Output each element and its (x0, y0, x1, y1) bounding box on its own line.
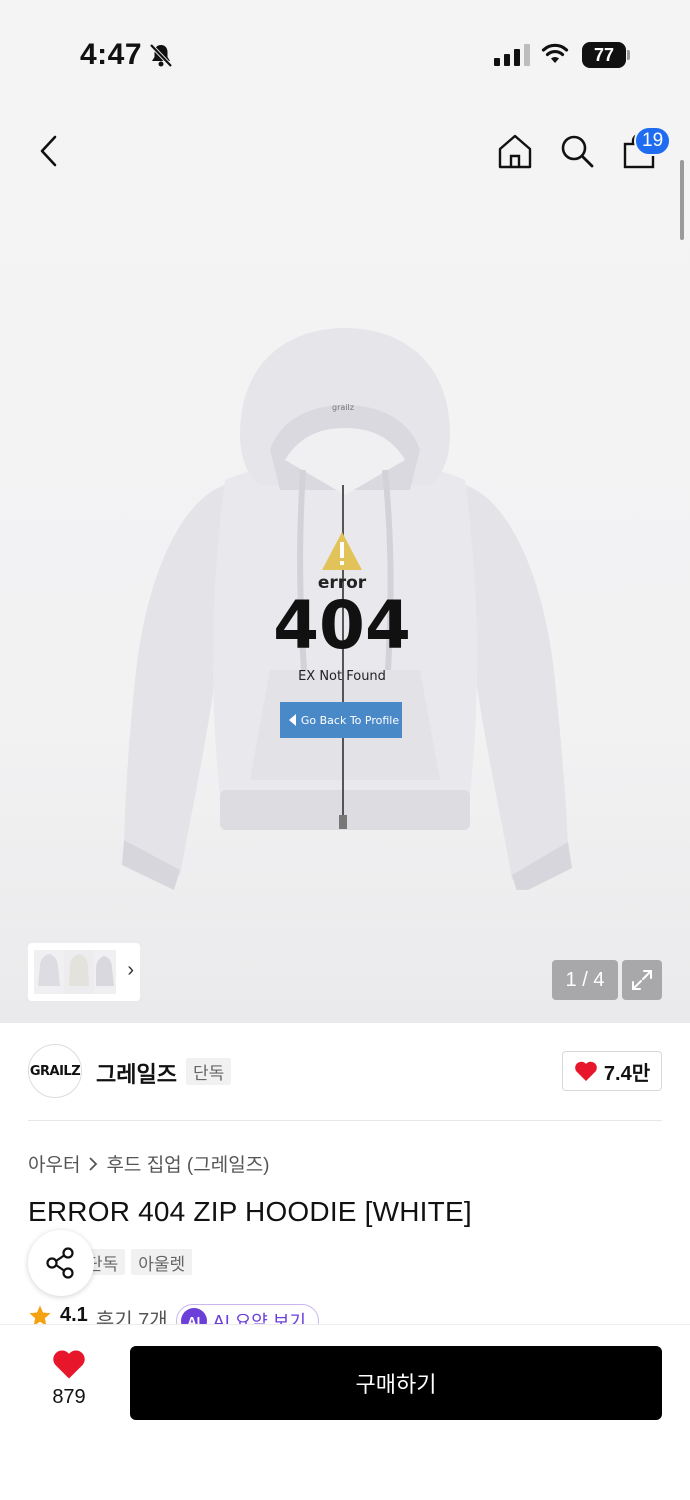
neck-label-text: grailz (332, 403, 354, 412)
bell-muted-icon (149, 43, 173, 68)
expand-icon (632, 970, 652, 990)
heart-icon (575, 1061, 597, 1081)
chevron-right-icon (89, 1156, 98, 1171)
expand-button[interactable] (622, 960, 662, 1000)
breadcrumb: 아우터 후드 집업 (그레일즈) (28, 1150, 270, 1177)
star-icon (29, 1305, 51, 1326)
print-button-text: Go Back To Profile (301, 714, 399, 727)
breadcrumb-category[interactable]: 아우터 (28, 1150, 80, 1177)
print-error-code: 404 (273, 587, 411, 664)
status-time: 4:47 (80, 38, 143, 71)
breadcrumb-subcategory[interactable]: 후드 집업 (그레일즈) (106, 1150, 269, 1177)
product-image[interactable]: grailz error 404 EX Not Found Go Back To… (110, 320, 580, 890)
brand-like-button[interactable]: 7.4만 (562, 1051, 662, 1091)
battery-cap (627, 50, 630, 60)
product-title: ERROR 404 ZIP HOODIE [WHITE] (28, 1196, 472, 1227)
brand-like-count: 7.4만 (603, 1062, 651, 1085)
review-count[interactable]: 후기 7개 (96, 1304, 168, 1326)
product-page: 4:47 77 19 grailz error 404 EX Not Found… (0, 0, 690, 1500)
hoodie-illustration: grailz error 404 EX Not Found Go Back To… (122, 328, 572, 890)
cart-count-badge: 19 (634, 126, 672, 156)
search-icon (561, 135, 594, 168)
chevron-right-icon: › (127, 959, 134, 981)
signal-icon (494, 44, 530, 66)
brand-logo[interactable]: GRAILZ (28, 1044, 82, 1098)
product-tags: 단독 아울렛 (80, 1249, 193, 1275)
wifi-icon (541, 43, 569, 63)
wishlist-button[interactable]: 879 (36, 1348, 102, 1420)
battery-level: 77 (582, 42, 626, 68)
home-icon (498, 134, 532, 169)
back-button[interactable] (28, 128, 68, 174)
wishlist-count: 879 (52, 1386, 86, 1408)
image-page-counter: 1 / 4 (552, 960, 618, 1000)
brand-name[interactable]: 그레일즈 (96, 1057, 177, 1089)
home-button[interactable] (494, 128, 536, 174)
thumbnail-strip[interactable]: › (28, 943, 140, 1001)
share-icon (46, 1247, 74, 1279)
share-button[interactable] (28, 1230, 94, 1296)
battery-indicator: 77 (582, 42, 630, 68)
buy-button[interactable]: 구매하기 (130, 1346, 662, 1420)
rating-row: 4.1 후기 7개 AI AI 요약 보기 (28, 1304, 319, 1326)
rating-score: 4.1 (60, 1304, 88, 1326)
print-subtitle: EX Not Found (298, 669, 386, 684)
divider (28, 1120, 662, 1121)
tag-outlet: 아울렛 (131, 1249, 193, 1275)
exclusive-tag: 단독 (186, 1058, 232, 1085)
chevron-left-icon (40, 135, 57, 167)
thumbnail-images (34, 950, 116, 994)
search-button[interactable] (556, 128, 598, 174)
heart-icon (53, 1350, 85, 1379)
scrollbar[interactable] (680, 160, 684, 240)
ai-summary-button[interactable]: AI AI 요약 보기 (175, 1304, 319, 1326)
